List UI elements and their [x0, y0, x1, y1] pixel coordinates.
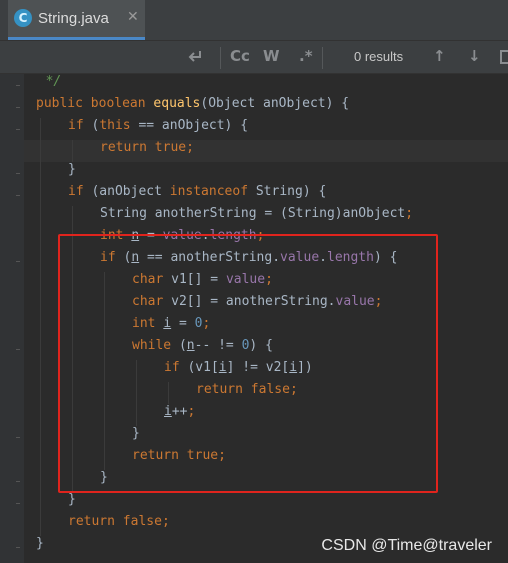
whole-words-icon[interactable]: W [263, 47, 280, 65]
code-editor[interactable]: */public boolean equals(Object anObject)… [0, 74, 508, 563]
fold-marker[interactable] [16, 85, 20, 86]
java-class-icon: C [14, 9, 32, 27]
fold-marker[interactable] [16, 503, 20, 504]
fold-marker[interactable] [16, 129, 20, 130]
code-line[interactable]: */ [46, 71, 62, 93]
fold-marker[interactable] [16, 195, 20, 196]
code-line[interactable]: public boolean equals(Object anObject) { [36, 93, 349, 115]
code-line[interactable]: return false; [68, 511, 170, 533]
search-results-count: 0 results [354, 49, 404, 64]
highlight-box [58, 234, 438, 493]
filter-icon[interactable] [500, 50, 508, 64]
code-line[interactable]: } [68, 159, 76, 181]
editor-tab-bar: C String.java ✕ [0, 0, 508, 40]
match-case-icon[interactable]: Cc [230, 47, 250, 65]
fold-marker[interactable] [16, 481, 20, 482]
previous-occurrence-icon[interactable]: ↑ [433, 47, 446, 65]
find-toolbar: Cc W .* 0 results ↑ ↓ [0, 40, 508, 74]
code-line[interactable]: if (anObject instanceof String) { [68, 181, 326, 203]
code-line[interactable]: String anotherString = (String)anObject; [100, 203, 413, 225]
close-icon[interactable]: ✕ [127, 9, 139, 25]
fold-marker[interactable] [16, 547, 20, 548]
line-gutter [0, 74, 24, 563]
caret-line-highlight [24, 140, 508, 162]
tab-title: String.java [38, 10, 109, 27]
code-line[interactable]: return true; [100, 137, 194, 159]
indent-guide [40, 118, 41, 536]
fold-marker[interactable] [16, 437, 20, 438]
regex-icon[interactable]: .* [299, 47, 313, 65]
next-occurrence-icon[interactable]: ↓ [468, 47, 481, 65]
fold-marker[interactable] [16, 107, 20, 108]
code-line[interactable]: } [36, 533, 44, 555]
toolbar-separator [220, 47, 221, 69]
replace-arrow-icon[interactable] [186, 48, 204, 70]
tab-string-java[interactable]: C String.java ✕ [8, 0, 145, 40]
fold-marker[interactable] [16, 349, 20, 350]
fold-marker[interactable] [16, 173, 20, 174]
code-line[interactable]: if (this == anObject) { [68, 115, 248, 137]
toolbar-separator [322, 47, 323, 69]
fold-marker[interactable] [16, 261, 20, 262]
watermark: CSDN @Time@traveler [321, 537, 492, 554]
